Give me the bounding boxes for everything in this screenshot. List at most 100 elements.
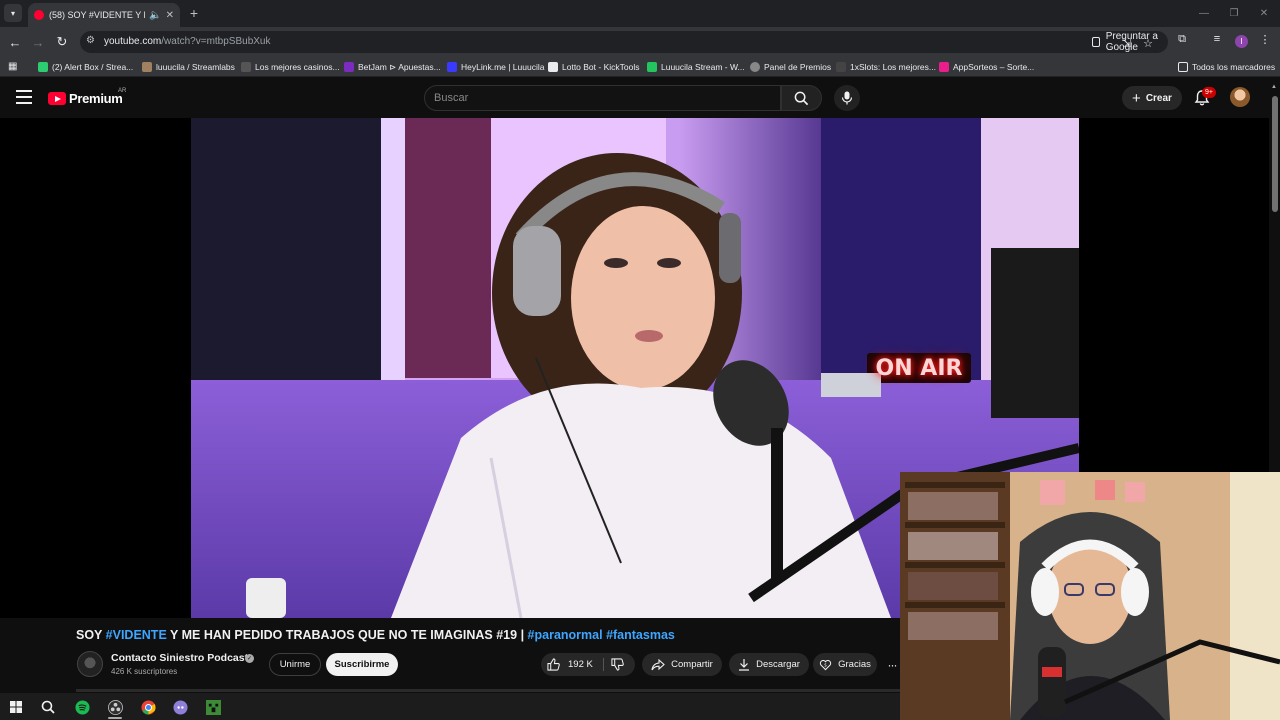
bookmark-item[interactable]: (2) Alert Box / Strea... — [38, 60, 133, 74]
bookmark-favicon-icon — [38, 62, 48, 72]
bookmark-item[interactable]: Luuucila Stream - W... — [647, 60, 745, 74]
back-button[interactable]: ← — [6, 33, 24, 51]
extensions-icon[interactable]: ⧉ — [1175, 32, 1189, 46]
close-tab-icon[interactable]: ✕ — [166, 10, 174, 21]
account-avatar[interactable] — [1230, 87, 1250, 107]
obs-icon[interactable] — [105, 697, 125, 717]
bookmark-favicon-icon — [142, 62, 152, 72]
bookmark-item[interactable]: Los mejores casinos... — [241, 60, 340, 74]
page-divider — [76, 689, 900, 692]
bookmark-item[interactable]: BetJam ⊳ Apuestas... — [344, 60, 441, 74]
install-app-icon[interactable]: ⇲ — [1120, 36, 1134, 50]
minecraft-icon[interactable] — [203, 697, 223, 717]
subscribe-button[interactable]: Suscribirme — [326, 653, 398, 676]
media-controls-icon[interactable]: ≡ — [1210, 32, 1224, 46]
new-tab-button[interactable]: + — [186, 5, 202, 21]
bookmark-favicon-icon — [939, 62, 949, 72]
forward-button[interactable]: → — [29, 33, 47, 51]
bookmark-item[interactable]: luuucila / Streamlabs — [142, 60, 235, 74]
country-code: AR — [118, 88, 127, 94]
close-window-button[interactable]: ✕ — [1254, 4, 1274, 22]
verified-icon: ✓ — [245, 654, 254, 663]
like-button[interactable]: 192 K — [547, 658, 593, 671]
download-button[interactable]: Descargar — [729, 653, 809, 676]
more-actions-button[interactable]: ··· — [884, 653, 900, 676]
on-air-sign: ON AIR — [875, 356, 963, 381]
dislike-button[interactable] — [611, 658, 624, 674]
profile-avatar[interactable]: I — [1235, 35, 1248, 48]
thanks-button[interactable]: $ Gracias — [813, 653, 877, 676]
create-button[interactable]: + Crear — [1122, 86, 1182, 110]
menu-icon[interactable] — [16, 90, 32, 104]
apps-grid-icon[interactable]: ▦ — [8, 61, 20, 73]
download-icon — [739, 659, 750, 671]
bookmark-favicon-icon — [836, 62, 846, 72]
chrome-icon[interactable] — [138, 697, 158, 717]
spotify-icon[interactable] — [72, 697, 92, 717]
search-input[interactable]: Buscar — [434, 92, 468, 104]
active-app-indicator — [108, 717, 122, 719]
bookmark-favicon-icon — [750, 62, 760, 72]
microphone-icon — [841, 91, 853, 105]
like-count: 192 K — [568, 659, 593, 670]
webcam-frame — [900, 472, 1280, 720]
restore-button[interactable]: ❐ — [1224, 4, 1244, 22]
hashtag-link[interactable]: #fantasmas — [606, 628, 675, 642]
thumbs-down-icon — [611, 658, 624, 671]
all-bookmarks-folder[interactable]: Todos los marcadores — [1178, 60, 1275, 74]
logo-text[interactable]: Premium — [69, 91, 123, 106]
reload-button[interactable]: ↻ — [53, 33, 71, 51]
search-button[interactable] — [781, 85, 822, 111]
search-icon — [794, 91, 809, 105]
bookmark-favicon-icon — [447, 62, 457, 72]
youtube-logo-icon[interactable] — [48, 92, 66, 105]
site-info-icon[interactable]: ⚙ — [86, 35, 95, 46]
browser-toolbar: ← → ↻ ⚙ youtube.com/watch?v=mtbpSBubXuk … — [0, 27, 1280, 57]
plus-icon: + — [1132, 89, 1141, 107]
channel-name[interactable]: Contacto Siniestro Podcast — [111, 652, 248, 664]
scrollbar-thumb[interactable] — [1272, 96, 1278, 212]
bookmark-favicon-icon — [344, 62, 354, 72]
notifications-badge: 9+ — [1202, 87, 1216, 98]
voice-search-button[interactable] — [834, 85, 860, 111]
browser-menu-icon[interactable]: ⋮ — [1258, 32, 1272, 46]
bookmark-item[interactable]: 1xSlots: Los mejores... — [836, 60, 936, 74]
url-text[interactable]: youtube.com/watch?v=mtbpSBubXuk — [104, 36, 271, 47]
streamer-webcam-overlay — [900, 472, 1280, 720]
share-icon — [651, 658, 665, 670]
channel-avatar[interactable] — [77, 651, 103, 677]
bookmark-favicon-icon — [241, 62, 251, 72]
like-dislike-group: 192 K — [541, 653, 635, 676]
join-button[interactable]: Unirme — [269, 653, 321, 676]
share-button[interactable]: Compartir — [642, 653, 722, 676]
youtube-header: Premium AR Buscar + Crear 9+ — [0, 77, 1280, 118]
like-divider — [603, 658, 604, 671]
taskbar-search-icon[interactable] — [38, 697, 58, 717]
thanks-icon: $ — [819, 660, 832, 671]
bookmark-item[interactable]: HeyLink.me | Luuucila — [447, 60, 544, 74]
svg-text:$: $ — [824, 662, 827, 668]
folder-icon — [1178, 62, 1188, 72]
discord-icon[interactable] — [170, 697, 190, 717]
browser-tabstrip: ▾ (58) SOY #VIDENTE Y ME H 🔈 ✕ + — ❐ ✕ — [0, 0, 1280, 27]
bookmark-favicon-icon — [548, 62, 558, 72]
taskbar — [0, 693, 900, 720]
video-letterbox-left — [0, 118, 191, 618]
bookmark-item[interactable]: AppSorteos – Sorte... — [939, 60, 1034, 74]
windows-start-icon[interactable] — [6, 697, 26, 717]
video-title: SOY #VIDENTE Y ME HAN PEDIDO TRABAJOS QU… — [76, 628, 675, 642]
browser-tab-active[interactable]: (58) SOY #VIDENTE Y ME H 🔈 ✕ — [28, 3, 180, 27]
bookmark-star-icon[interactable]: ☆ — [1141, 36, 1155, 50]
address-bar[interactable]: ⚙ youtube.com/watch?v=mtbpSBubXuk Pregun… — [80, 31, 1168, 53]
hashtag-link[interactable]: #VIDENTE — [106, 628, 167, 642]
bookmark-item[interactable]: Lotto Bot - KickTools — [548, 60, 639, 74]
bookmark-item[interactable]: Panel de Premios — [750, 60, 831, 74]
scroll-up-arrow-icon[interactable]: ▲ — [1271, 84, 1277, 90]
minimize-button[interactable]: — — [1194, 4, 1214, 22]
hashtag-link[interactable]: #paranormal — [528, 628, 603, 642]
speaker-icon[interactable]: 🔈 — [149, 10, 161, 21]
tab-search-button[interactable]: ▾ — [4, 4, 22, 22]
search-box[interactable]: Buscar — [424, 85, 781, 111]
subscriber-count: 426 K suscriptores — [111, 667, 178, 676]
thumbs-up-icon — [547, 658, 560, 671]
